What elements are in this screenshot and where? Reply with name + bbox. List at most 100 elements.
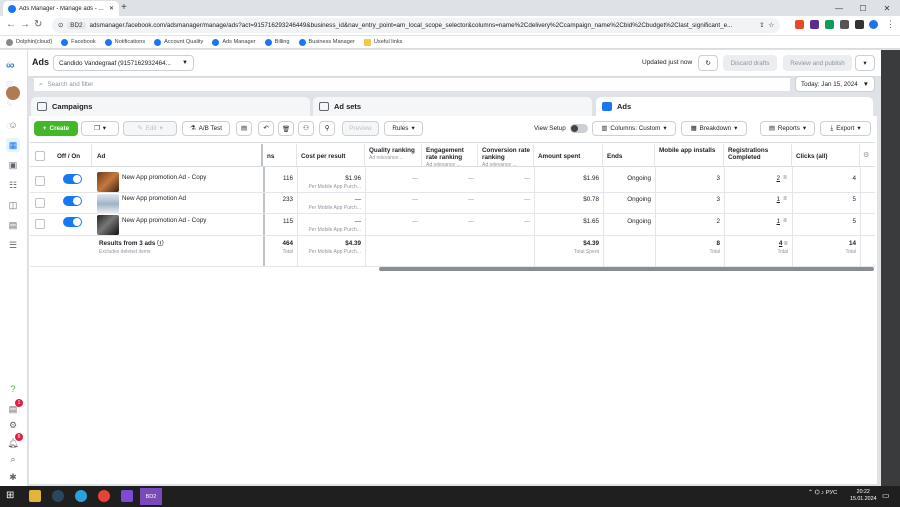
notifications-icon[interactable]: ▭: [882, 491, 890, 500]
undo-button[interactable]: ↶: [258, 121, 274, 136]
bookmark-ads-manager[interactable]: Ads Manager: [212, 38, 256, 46]
date-range-picker[interactable]: Today: Jan 15, 2024 ▼: [795, 76, 875, 92]
reports-button[interactable]: ▤ Reports ▾: [760, 121, 815, 136]
forward-icon[interactable]: →: [20, 18, 30, 32]
export-button[interactable]: ⤓ Export ▾: [820, 121, 871, 136]
columns-button[interactable]: ▥ Columns: Custom ▾: [592, 121, 676, 136]
profile-icon[interactable]: [869, 20, 878, 29]
url-text[interactable]: adsmanager.facebook.com/adsmanager/manag…: [90, 22, 756, 29]
tags-button[interactable]: ⚇: [298, 121, 314, 136]
file-explorer-icon[interactable]: [29, 490, 41, 502]
ad-thumbnail[interactable]: [97, 172, 119, 192]
all-tools-icon[interactable]: ☰: [6, 238, 20, 252]
info-list-icon[interactable]: ≣: [783, 196, 787, 202]
close-tab-icon[interactable]: ✕: [109, 5, 114, 12]
tab-ads[interactable]: Ads: [596, 97, 873, 116]
ad-name-link[interactable]: New App promotion Ad - Copy: [118, 174, 262, 182]
bug-report-icon[interactable]: ✱: [6, 470, 20, 484]
search-icon[interactable]: ⌕: [6, 452, 20, 466]
steam-icon[interactable]: [52, 490, 64, 502]
col-clicks[interactable]: Clicks (all): [792, 144, 860, 166]
browser-tab[interactable]: Ads Manager - Manage ads - A... ✕: [3, 1, 119, 16]
row-checkbox[interactable]: [35, 219, 45, 229]
chrome-icon[interactable]: [98, 490, 110, 502]
ads-reporting-icon[interactable]: ▣: [6, 158, 20, 172]
reload-icon[interactable]: ↻: [34, 18, 42, 32]
info-list-icon[interactable]: ≣: [783, 175, 787, 181]
ad-name-link[interactable]: New App promotion Ad - Copy: [118, 217, 262, 225]
info-list-icon[interactable]: ≣: [782, 241, 788, 247]
chart-icon[interactable]: ▥: [4, 78, 15, 89]
discard-drafts-button[interactable]: Discard drafts: [723, 55, 777, 71]
tab-campaigns[interactable]: Campaigns: [31, 97, 310, 116]
registrations-value[interactable]: 1: [724, 218, 784, 226]
ad-name-link[interactable]: New App promotion Ad: [118, 195, 262, 203]
view-setup-toggle[interactable]: [570, 124, 588, 133]
col-ad[interactable]: Ad: [93, 144, 263, 166]
account-selector[interactable]: Candido Vandegraaf (9157162932464... ▼: [53, 55, 194, 71]
volume-icon[interactable]: ♪: [821, 490, 824, 496]
bookmark-notifications[interactable]: Notifications: [104, 38, 145, 46]
language-indicator[interactable]: РУС: [826, 490, 838, 496]
extension-icon[interactable]: [810, 20, 819, 29]
url-bar[interactable]: ⊙ BD2 adsmanager.facebook.com/adsmanager…: [52, 18, 780, 33]
audiences-icon[interactable]: ☷: [6, 178, 20, 192]
horizontal-scrollbar[interactable]: [379, 267, 874, 271]
rules-button[interactable]: Rules ▾: [384, 121, 423, 136]
share-icon[interactable]: ⇪: [759, 22, 764, 29]
campaigns-table-icon[interactable]: ▦: [6, 138, 20, 152]
site-info-icon[interactable]: ⊙: [58, 22, 63, 29]
windows-start-icon[interactable]: ⊞: [6, 491, 14, 501]
select-all-checkbox[interactable]: [35, 151, 45, 161]
help-icon[interactable]: ?: [6, 382, 20, 396]
events-manager-icon[interactable]: ◫: [6, 198, 20, 212]
search-filter-bar[interactable]: ⌕ Search and filter: [34, 78, 790, 91]
col-mobile-installs[interactable]: Mobile app installs: [655, 144, 724, 166]
close-panel-icon[interactable]: ✕: [4, 58, 15, 69]
bookmark-dolphin[interactable]: Dolphin{cloud}: [6, 38, 52, 46]
edit-pencil-icon[interactable]: ✎: [4, 99, 15, 110]
col-ends[interactable]: Ends: [603, 144, 655, 166]
back-icon[interactable]: ←: [6, 18, 16, 32]
bookmark-facebook[interactable]: Facebook: [61, 38, 96, 46]
app-icon[interactable]: [121, 490, 133, 502]
col-conversion-ranking[interactable]: Conversion rate ranking Ad relevance ...: [478, 144, 534, 168]
close-window-icon[interactable]: ✕: [874, 0, 900, 16]
bookmark-account-quality[interactable]: Account Quality: [154, 38, 203, 46]
delete-button[interactable]: 🗑︎: [278, 121, 294, 136]
review-publish-button[interactable]: Review and publish: [783, 55, 852, 71]
row-checkbox[interactable]: [35, 176, 45, 186]
registrations-value[interactable]: 2: [724, 175, 784, 183]
minimize-icon[interactable]: —: [826, 0, 852, 16]
active-app-button[interactable]: BD2: [140, 488, 162, 505]
ad-toggle[interactable]: [63, 174, 82, 184]
row-checkbox[interactable]: [35, 198, 45, 208]
tray-chevron-icon[interactable]: ⌃: [808, 490, 813, 496]
browser-menu-icon[interactable]: ⋮: [886, 19, 895, 30]
billing-icon[interactable]: ▤: [6, 218, 20, 232]
network-icon[interactable]: ⌬: [814, 490, 819, 496]
create-button[interactable]: + Create: [34, 121, 78, 136]
taskbar-clock[interactable]: 20:22 15.01.2024: [850, 489, 877, 503]
new-tab-button[interactable]: +: [121, 2, 127, 14]
col-registrations[interactable]: Registrations Completed: [724, 144, 792, 166]
archive-button[interactable]: ▤: [236, 121, 252, 136]
breakdown-button[interactable]: ▦ Breakdown ▾: [681, 121, 747, 136]
info-list-icon[interactable]: ≣: [783, 218, 787, 224]
col-cost-per-result[interactable]: Cost per result: [297, 144, 365, 166]
col-amount-spent[interactable]: Amount spent: [534, 144, 603, 166]
bookmark-business-manager[interactable]: Business Manager: [298, 38, 355, 46]
col-quality-ranking[interactable]: Quality ranking Ad relevance ...: [365, 144, 422, 166]
extensions-puzzle-icon[interactable]: [840, 20, 849, 29]
column-settings-gear-icon[interactable]: ⚙: [863, 151, 869, 159]
bookmark-billing[interactable]: Billing: [264, 38, 290, 46]
extension-icon[interactable]: [825, 20, 834, 29]
settings-gear-icon[interactable]: ⚙: [6, 418, 20, 432]
sidepanel-icon[interactable]: [855, 20, 864, 29]
ad-toggle[interactable]: [63, 196, 82, 206]
notifications-bell-icon[interactable]: 🔔︎ 6: [6, 433, 23, 450]
duplicate-button[interactable]: ❐ ▾: [81, 121, 119, 136]
col-off-on[interactable]: Off / On: [53, 144, 92, 166]
pin-button[interactable]: ⚲: [319, 121, 335, 136]
bookmark-useful-links[interactable]: Useful links: [363, 38, 402, 46]
